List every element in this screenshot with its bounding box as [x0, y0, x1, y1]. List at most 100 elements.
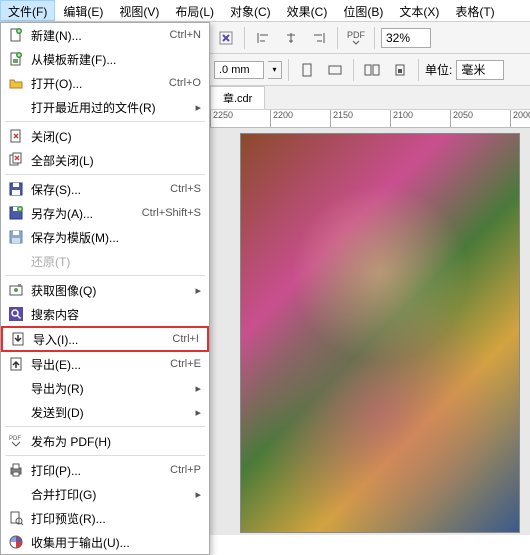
menu-item: 还原(T)	[1, 249, 209, 273]
menu-item[interactable]: PDF 发布为 PDF(H)	[1, 429, 209, 453]
ruler-tick: 2150	[330, 110, 353, 128]
menu-item-label: 保存为模版(M)...	[27, 229, 201, 246]
open-icon	[5, 75, 27, 91]
menu-item-label: 打开(O)...	[27, 75, 169, 92]
search-icon	[5, 306, 27, 322]
chevron-down-icon[interactable]: ▾	[268, 61, 282, 79]
ruler-tick: 2000	[510, 110, 530, 128]
ruler-horizontal: 2250 2200 2150 2100 2050 2000	[210, 110, 530, 128]
menu-item-label: 导入(I)...	[29, 331, 172, 348]
menu-item-shortcut: Ctrl+E	[170, 358, 201, 370]
menu-table[interactable]: 表格(T)	[447, 0, 502, 21]
menu-item-label: 导出(E)...	[27, 356, 170, 373]
tab-document[interactable]: 章.cdr	[210, 86, 265, 109]
menu-layout[interactable]: 布局(L)	[167, 0, 222, 21]
menu-item[interactable]: 导出为(R)▸	[1, 376, 209, 400]
menu-item-shortcut: Ctrl+Shift+S	[142, 207, 201, 219]
dimension-input[interactable]	[214, 61, 264, 79]
menu-edit[interactable]: 编辑(E)	[55, 0, 111, 21]
zoom-input[interactable]	[381, 28, 431, 48]
portrait-icon[interactable]	[295, 58, 319, 82]
menu-item-shortcut: Ctrl+N	[170, 29, 201, 41]
menu-item[interactable]: 合并打印(G)▸	[1, 482, 209, 506]
snap-icon[interactable]	[214, 26, 238, 50]
canvas[interactable]	[210, 128, 530, 535]
menu-item-label: 全部关闭(L)	[27, 152, 201, 169]
menu-item[interactable]: 搜索内容	[1, 302, 209, 326]
menu-item[interactable]: 从模板新建(F)...	[1, 47, 209, 71]
align-right-icon[interactable]	[307, 26, 331, 50]
menu-bitmap[interactable]: 位图(B)	[335, 0, 391, 21]
unit-label: 单位:	[425, 61, 452, 78]
submenu-arrow-icon: ▸	[195, 488, 201, 501]
menu-file[interactable]: 文件(F)	[0, 0, 55, 21]
menu-item[interactable]: 保存为模版(M)...	[1, 225, 209, 249]
menu-item-label: 合并打印(G)	[27, 486, 195, 503]
landscape-icon[interactable]	[323, 58, 347, 82]
menu-item[interactable]: 打印预览(R)...	[1, 506, 209, 530]
align-left-icon[interactable]	[251, 26, 275, 50]
menu-item-label: 保存(S)...	[27, 181, 170, 198]
submenu-arrow-icon: ▸	[195, 101, 201, 114]
preview-icon	[5, 510, 27, 526]
menu-item[interactable]: 导入(I)...Ctrl+I	[1, 326, 209, 352]
menu-separator	[5, 174, 205, 175]
menu-item[interactable]: 新建(N)...Ctrl+N	[1, 23, 209, 47]
menu-separator	[5, 455, 205, 456]
import-icon	[7, 331, 29, 347]
new-tpl-icon	[5, 51, 27, 67]
menu-separator	[5, 121, 205, 122]
save-as-icon	[5, 205, 27, 221]
menu-item-label: 收集用于输出(U)...	[27, 534, 201, 551]
menu-item-shortcut: Ctrl+I	[172, 333, 199, 345]
menu-item[interactable]: 关闭(C)	[1, 124, 209, 148]
menu-item-label: 获取图像(Q)	[27, 282, 195, 299]
menu-item[interactable]: 导出(E)...Ctrl+E	[1, 352, 209, 376]
menu-item-shortcut: Ctrl+O	[169, 77, 201, 89]
menu-item[interactable]: 发送到(D)▸	[1, 400, 209, 424]
menu-separator	[5, 275, 205, 276]
file-menu-dropdown: 新建(N)...Ctrl+N从模板新建(F)...打开(O)...Ctrl+O打…	[0, 22, 210, 555]
menu-item-label: 打印(P)...	[27, 462, 170, 479]
placed-image[interactable]	[240, 133, 520, 533]
menu-item-label: 发送到(D)	[27, 404, 195, 421]
menu-item[interactable]: 打印(P)...Ctrl+P	[1, 458, 209, 482]
align-center-icon[interactable]	[279, 26, 303, 50]
menu-item[interactable]: 保存(S)...Ctrl+S	[1, 177, 209, 201]
menu-item[interactable]: 另存为(A)...Ctrl+Shift+S	[1, 201, 209, 225]
close-all-icon	[5, 152, 27, 168]
menu-item-label: 打印预览(R)...	[27, 510, 201, 527]
menu-item-label: 发布为 PDF(H)	[27, 433, 201, 450]
menu-item-label: 打开最近用过的文件(R)	[27, 99, 195, 116]
submenu-arrow-icon: ▸	[195, 284, 201, 297]
menu-effect[interactable]: 效果(C)	[279, 0, 336, 21]
menu-item-label: 另存为(A)...	[27, 205, 142, 222]
menu-item-label: 导出为(R)	[27, 380, 195, 397]
page-single-icon[interactable]	[388, 58, 412, 82]
save-tpl-icon	[5, 229, 27, 245]
menu-object[interactable]: 对象(C)	[222, 0, 279, 21]
menu-item[interactable]: 打开(O)...Ctrl+O	[1, 71, 209, 95]
pdf-icon: PDF	[5, 433, 27, 449]
pdf-export-icon[interactable]: PDF	[344, 26, 368, 50]
menu-item[interactable]: 打开最近用过的文件(R)▸	[1, 95, 209, 119]
svg-text:PDF: PDF	[9, 436, 21, 442]
unit-input[interactable]	[456, 60, 504, 80]
menu-item-shortcut: Ctrl+S	[170, 183, 201, 195]
menu-item-label: 搜索内容	[27, 306, 201, 323]
menu-item[interactable]: 获取图像(Q)▸	[1, 278, 209, 302]
ruler-tick: 2050	[450, 110, 473, 128]
menu-item-shortcut: Ctrl+P	[170, 464, 201, 476]
menu-text[interactable]: 文本(X)	[391, 0, 447, 21]
menu-item-label: 新建(N)...	[27, 27, 170, 44]
menu-item-label: 从模板新建(F)...	[27, 51, 201, 68]
export-icon	[5, 356, 27, 372]
pages-icon[interactable]	[360, 58, 384, 82]
menu-item[interactable]: 全部关闭(L)	[1, 148, 209, 172]
menu-item[interactable]: 收集用于输出(U)...	[1, 530, 209, 554]
ruler-tick: 2200	[270, 110, 293, 128]
print-icon	[5, 462, 27, 478]
menu-view[interactable]: 视图(V)	[111, 0, 167, 21]
collect-icon	[5, 534, 27, 550]
submenu-arrow-icon: ▸	[195, 382, 201, 395]
